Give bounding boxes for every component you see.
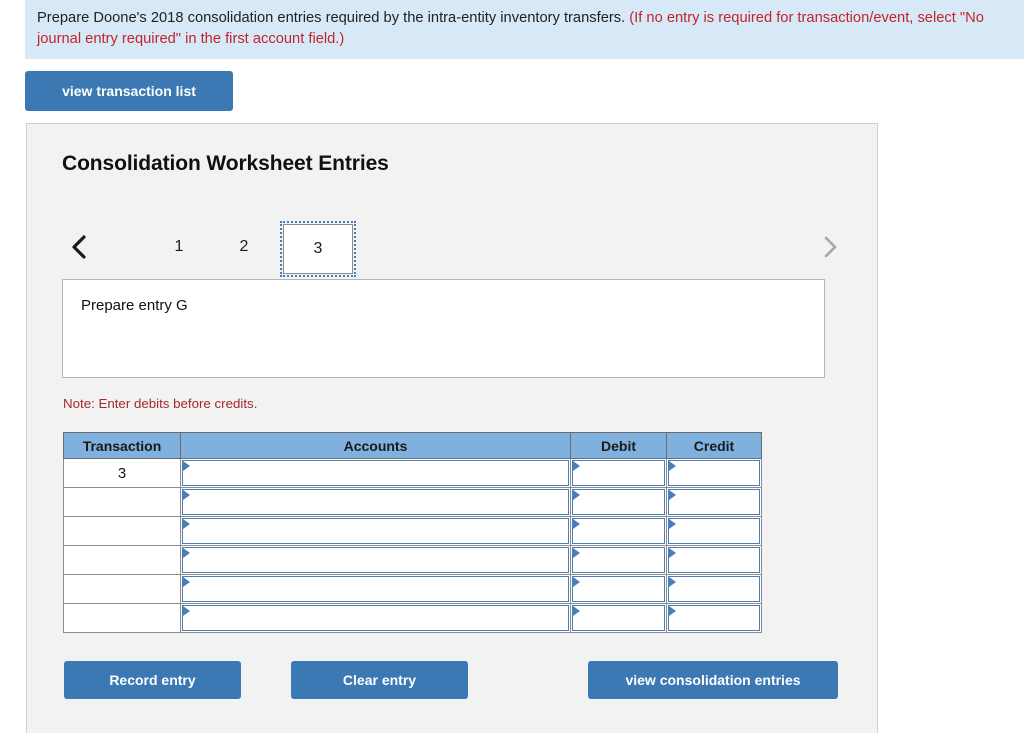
account-cell	[180, 458, 571, 488]
transaction-number-cell	[63, 574, 181, 604]
debit-input[interactable]	[572, 576, 665, 602]
credit-cell	[666, 487, 762, 517]
account-input[interactable]	[182, 576, 569, 602]
account-cell	[180, 574, 571, 604]
page-title: Consolidation Worksheet Entries	[62, 152, 389, 175]
credit-cell	[666, 516, 762, 546]
credit-input[interactable]	[668, 460, 760, 486]
transaction-number-cell	[63, 603, 181, 633]
credit-input[interactable]	[668, 489, 760, 515]
account-input[interactable]	[182, 460, 569, 486]
instruction-text-plain: Prepare Doone's 2018 consolidation entri…	[37, 10, 630, 26]
table-row	[63, 574, 762, 604]
pager-tab-2[interactable]: 2	[220, 226, 268, 268]
instruction-banner: Prepare Doone's 2018 consolidation entri…	[25, 0, 1024, 59]
table-row	[63, 516, 762, 546]
entry-pager: 1 2 3	[62, 221, 847, 277]
view-transaction-list-button[interactable]: view transaction list	[25, 71, 233, 111]
credit-cell	[666, 603, 762, 633]
account-input[interactable]	[182, 547, 569, 573]
debit-cell	[570, 458, 667, 488]
debit-input[interactable]	[572, 460, 665, 486]
debit-cell	[570, 603, 667, 633]
table-row	[63, 487, 762, 517]
pager-prev-button[interactable]	[62, 224, 96, 270]
account-cell	[180, 603, 571, 633]
credit-input[interactable]	[668, 605, 760, 631]
credit-input[interactable]	[668, 547, 760, 573]
view-consolidation-entries-button[interactable]: view consolidation entries	[588, 661, 838, 699]
record-entry-button[interactable]: Record entry	[64, 661, 241, 699]
entry-prompt-text: Prepare entry G	[81, 297, 188, 314]
debit-input[interactable]	[572, 489, 665, 515]
journal-entry-table: Transaction Accounts Debit Credit 3	[63, 432, 762, 633]
pager-tab-1[interactable]: 1	[155, 226, 203, 268]
column-header-credit: Credit	[666, 432, 762, 459]
column-header-accounts: Accounts	[180, 432, 571, 459]
account-input[interactable]	[182, 605, 569, 631]
consolidation-worksheet-card: Consolidation Worksheet Entries 1 2 3 Pr…	[26, 123, 878, 733]
transaction-number-cell	[63, 516, 181, 546]
credit-cell	[666, 545, 762, 575]
transaction-number-cell: 3	[63, 458, 181, 488]
pager-next-button[interactable]	[813, 224, 847, 270]
debit-cell	[570, 574, 667, 604]
account-cell	[180, 545, 571, 575]
credit-input[interactable]	[668, 576, 760, 602]
clear-entry-button[interactable]: Clear entry	[291, 661, 468, 699]
column-header-debit: Debit	[570, 432, 667, 459]
debit-cell	[570, 516, 667, 546]
debits-before-credits-note: Note: Enter debits before credits.	[63, 396, 258, 411]
entry-prompt-box: Prepare entry G	[62, 279, 825, 378]
account-cell	[180, 516, 571, 546]
credit-input[interactable]	[668, 518, 760, 544]
account-input[interactable]	[182, 518, 569, 544]
debit-input[interactable]	[572, 547, 665, 573]
column-header-transaction: Transaction	[63, 432, 181, 459]
debit-input[interactable]	[572, 605, 665, 631]
debit-cell	[570, 487, 667, 517]
table-row	[63, 603, 762, 633]
table-row	[63, 545, 762, 575]
table-row: 3	[63, 458, 762, 488]
chevron-left-icon	[69, 233, 89, 261]
debit-cell	[570, 545, 667, 575]
account-cell	[180, 487, 571, 517]
table-header-row: Transaction Accounts Debit Credit	[63, 432, 762, 459]
chevron-right-icon	[820, 233, 840, 261]
transaction-number-cell	[63, 487, 181, 517]
pager-tab-3[interactable]: 3	[280, 221, 356, 277]
account-input[interactable]	[182, 489, 569, 515]
credit-cell	[666, 458, 762, 488]
credit-cell	[666, 574, 762, 604]
debit-input[interactable]	[572, 518, 665, 544]
transaction-number-cell	[63, 545, 181, 575]
